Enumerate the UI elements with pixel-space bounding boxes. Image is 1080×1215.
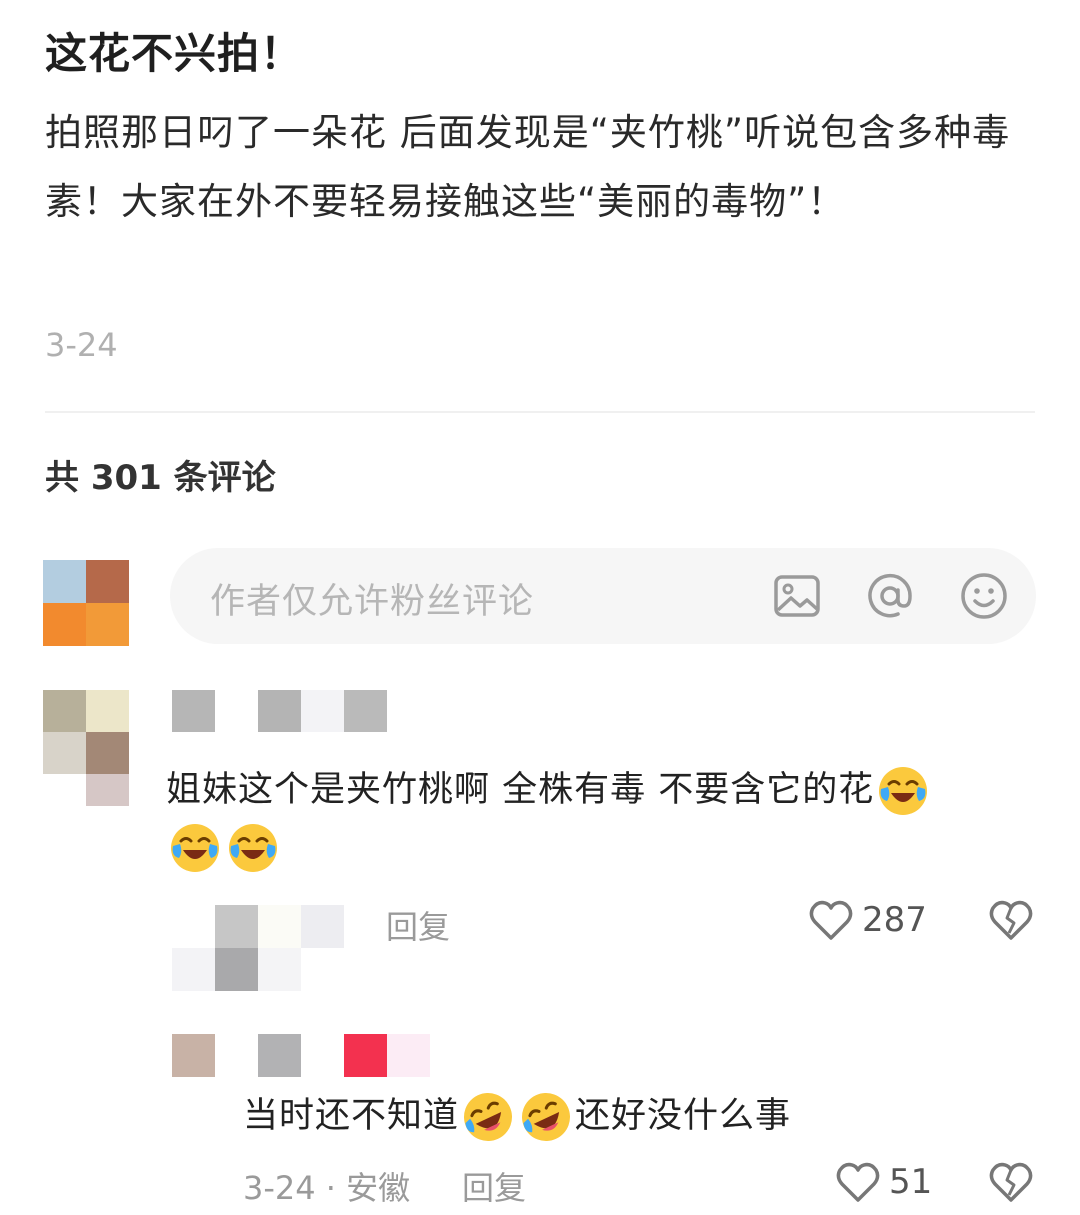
crying-laughing-emoji <box>171 824 219 872</box>
like-icon[interactable] <box>808 898 854 942</box>
dislike-icon[interactable] <box>988 898 1034 942</box>
rolling-laughing-emoji <box>522 1093 571 1141</box>
post-date: 3-24 <box>45 326 118 364</box>
like-count: 287 <box>862 900 927 940</box>
crying-laughing-emoji <box>229 824 277 872</box>
emoji-icon[interactable] <box>958 570 1010 622</box>
comment-input-placeholder: 作者仅允许粉丝评论 <box>210 582 535 622</box>
image-icon[interactable] <box>771 570 823 622</box>
current-user-avatar[interactable] <box>43 560 129 646</box>
reply-like-count: 51 <box>889 1162 933 1202</box>
comment-count: 共 301 条评论 <box>45 458 276 498</box>
rolling-laughing-emoji <box>464 1093 513 1141</box>
like-icon[interactable] <box>835 1160 881 1204</box>
crying-laughing-emoji <box>879 767 928 815</box>
reply-meta: 3-24 · 安徽 <box>243 1169 411 1207</box>
comment-text: 姐妹这个是夹竹桃啊 全株有毒 不要含它的花 <box>166 758 1036 822</box>
reply-text: 当时还不知道 还好没什么事 <box>243 1084 1043 1148</box>
reply-reply-button[interactable]: 回复 <box>462 1163 526 1209</box>
commenter-username[interactable] <box>172 690 387 732</box>
commenter-avatar[interactable] <box>43 690 129 806</box>
post-title: 这花不兴拍！ <box>45 29 304 78</box>
reply-button[interactable]: 回复 <box>386 902 450 948</box>
post-body: 拍照那日叼了一朵花 后面发现是“夹竹桃”听说包含多种毒素！大家在外不要轻易接触这… <box>45 111 1011 223</box>
at-icon[interactable] <box>864 570 916 622</box>
comment-emoji-row <box>166 822 282 882</box>
dislike-icon[interactable] <box>988 1160 1034 1204</box>
reply-username[interactable] <box>172 1034 430 1077</box>
divider <box>45 411 1035 413</box>
comment-meta-obscured <box>172 905 344 991</box>
